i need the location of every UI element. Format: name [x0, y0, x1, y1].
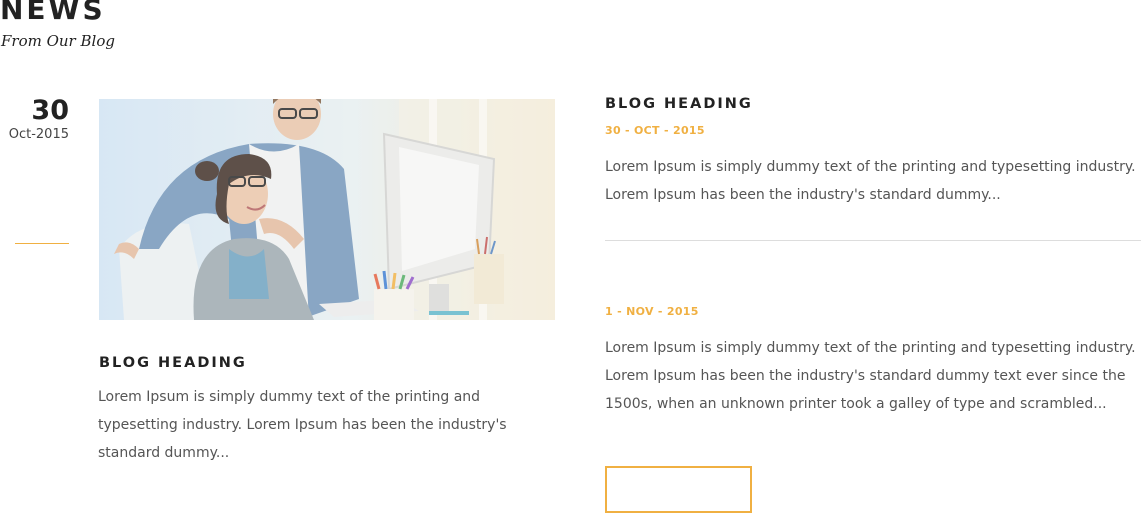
side-post-date: 1 - NOV - 2015 — [605, 305, 699, 318]
side-post-excerpt: Lorem Ipsum is simply dummy text of the … — [605, 340, 1136, 412]
featured-post-date: 30 Oct-2015 — [0, 95, 69, 143]
section-title: NEWS — [0, 0, 106, 26]
date-accent-rule — [15, 243, 69, 244]
office-photo-illustration — [99, 99, 555, 320]
featured-post-excerpt: Lorem Ipsum is simply dummy text of the … — [98, 389, 507, 461]
read-more-button[interactable] — [605, 466, 752, 513]
featured-post-heading[interactable]: BLOG HEADING — [99, 355, 247, 371]
featured-post-month-year: Oct-2015 — [8, 127, 69, 142]
side-post-date: 30 - OCT - 2015 — [605, 124, 705, 137]
side-post-excerpt: Lorem Ipsum is simply dummy text of the … — [605, 159, 1136, 203]
section-subtitle: From Our Blog — [1, 32, 115, 50]
side-post-heading[interactable]: BLOG HEADING — [605, 96, 753, 112]
featured-post-day: 30 — [31, 95, 69, 126]
post-divider — [605, 240, 1141, 241]
featured-post-image[interactable] — [99, 99, 555, 320]
